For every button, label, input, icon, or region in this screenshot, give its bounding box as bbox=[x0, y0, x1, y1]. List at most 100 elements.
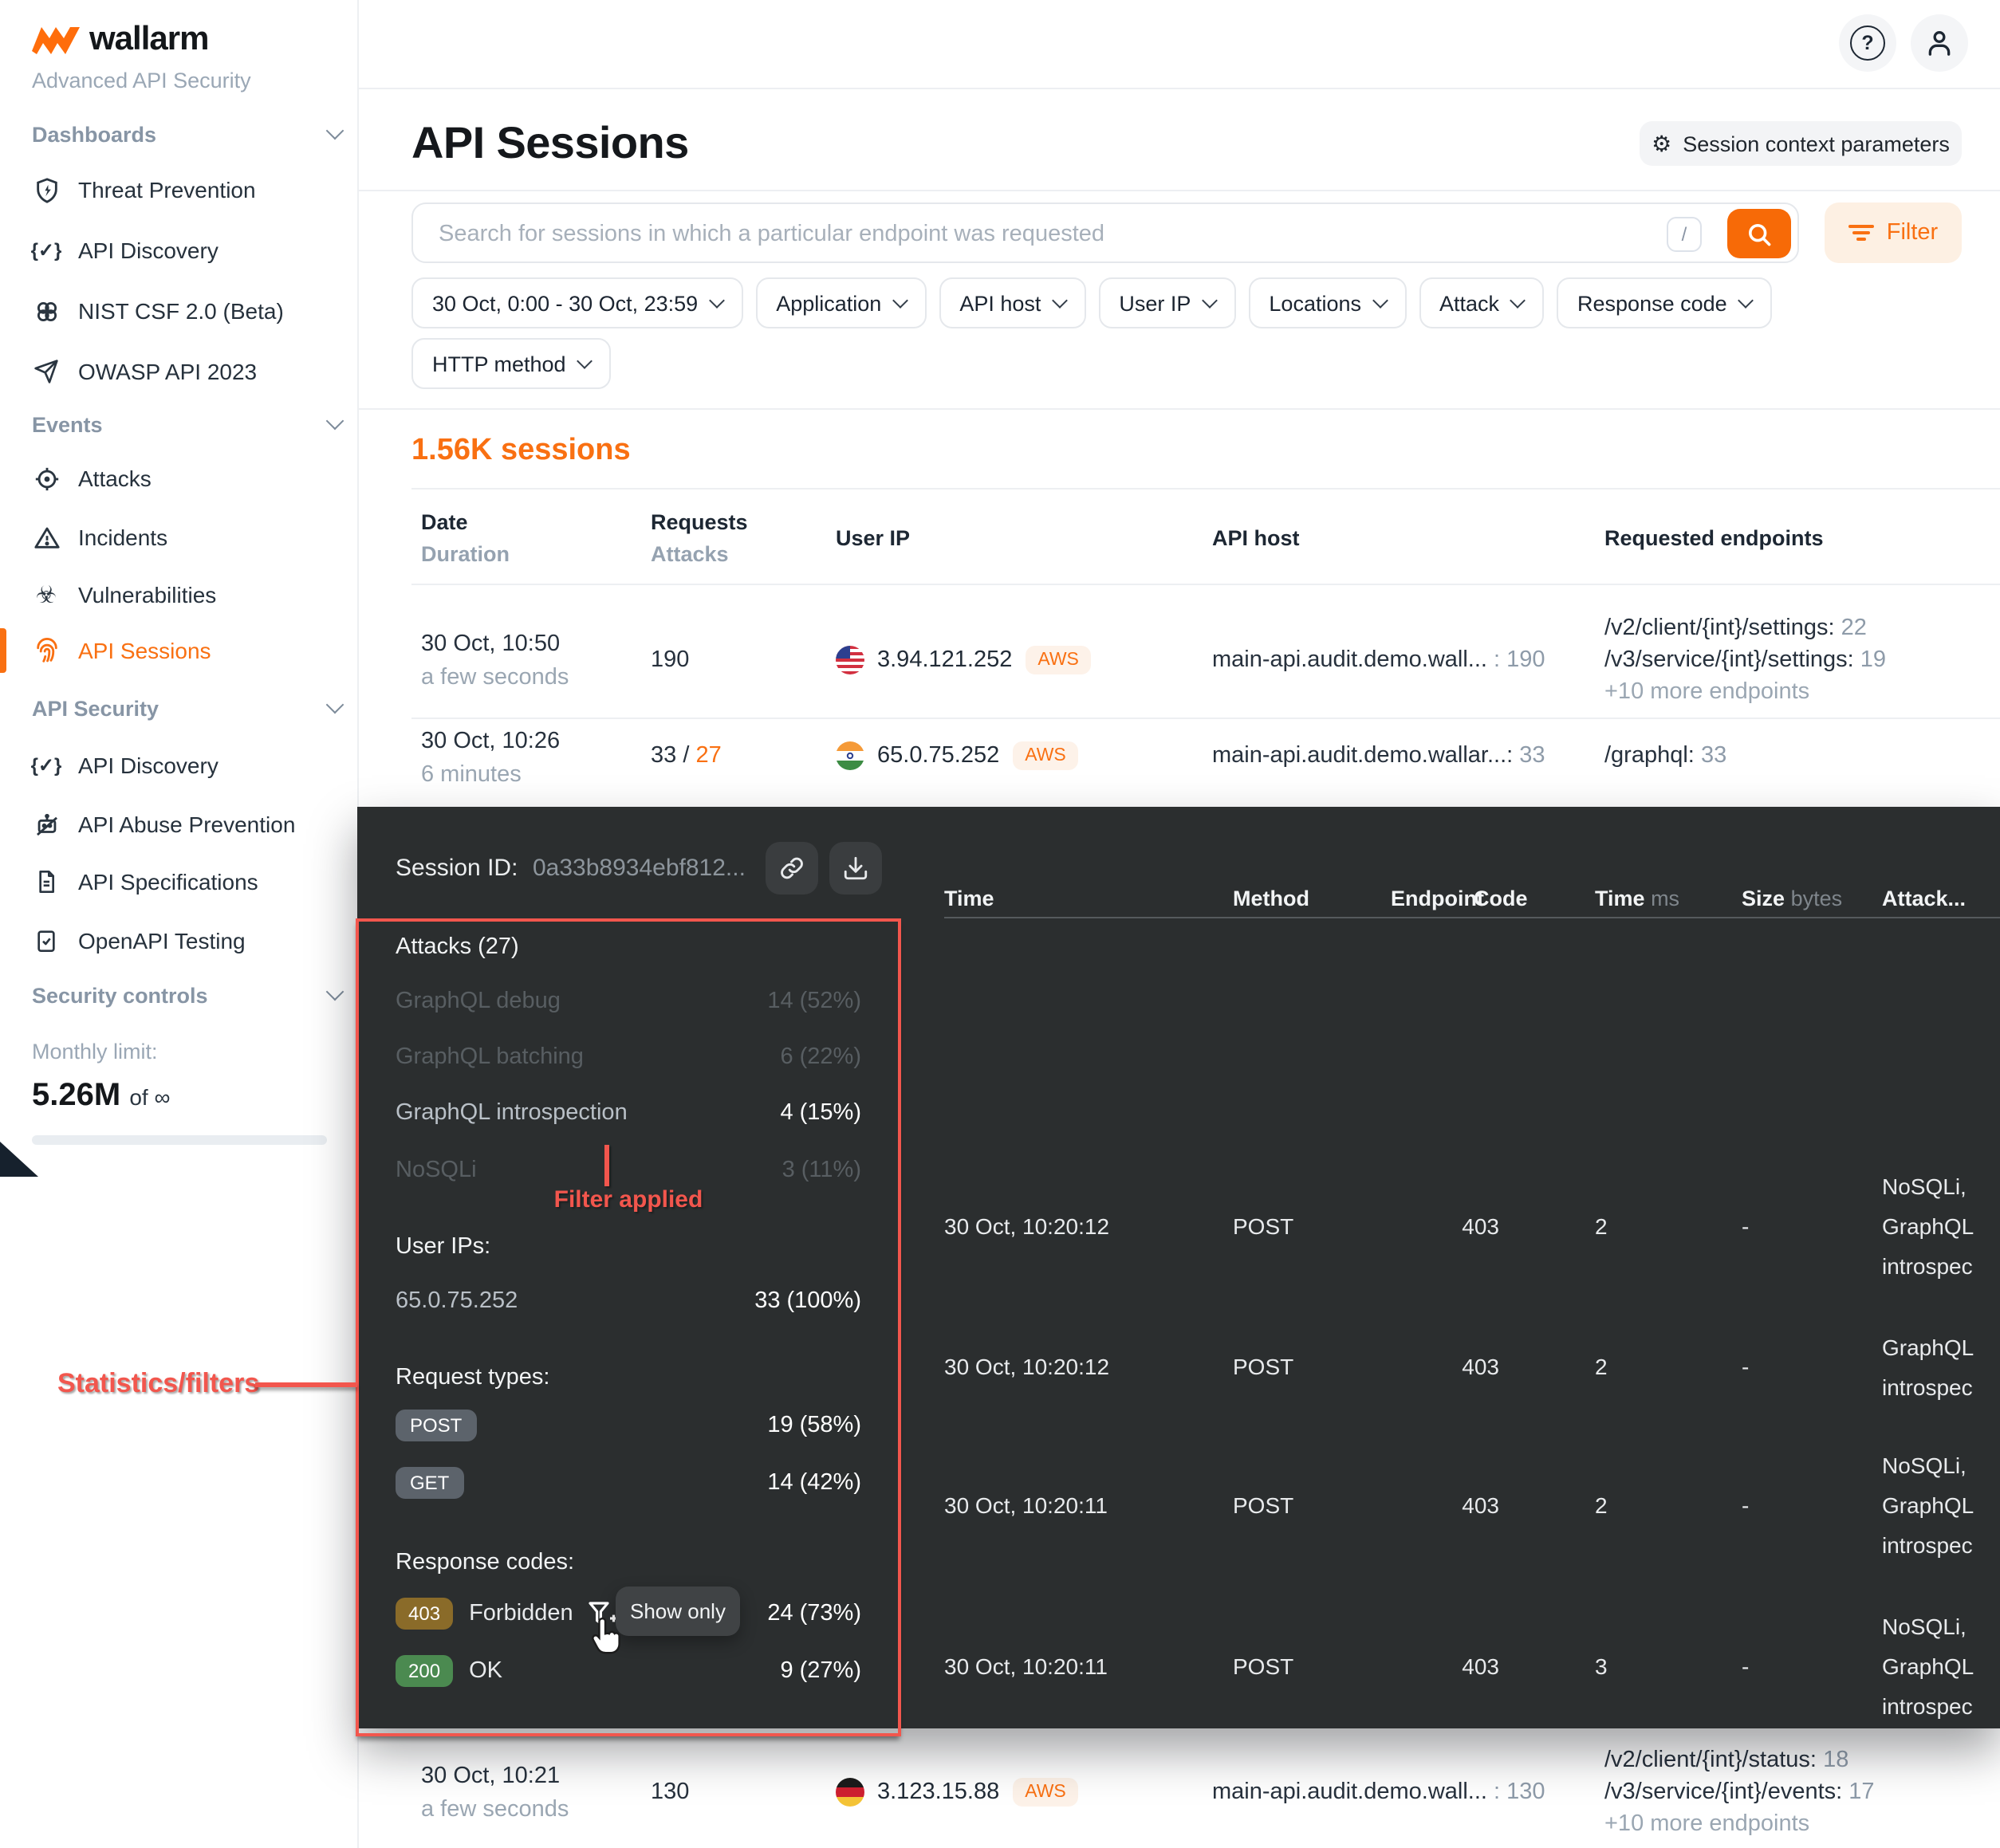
monthly-limit-progressbar bbox=[32, 1135, 327, 1145]
stat-row-user-ip[interactable]: 65.0.75.25233 (100%) bbox=[396, 1288, 861, 1314]
sidebar-item-threat-prevention[interactable]: Threat Prevention bbox=[32, 171, 348, 209]
sidebar-item-owasp-api[interactable]: OWASP API 2023 bbox=[32, 352, 348, 391]
col-header-endpoints: Requested endpoints bbox=[1604, 526, 1824, 550]
chevron-down-icon bbox=[708, 292, 724, 308]
paper-plane-icon bbox=[32, 357, 61, 386]
sidebar-item-api-specifications[interactable]: API Specifications bbox=[32, 863, 348, 901]
sidebar-item-api-abuse-prevention[interactable]: API Abuse Prevention bbox=[32, 805, 348, 843]
filter-chip-http-method[interactable]: HTTP method bbox=[411, 338, 611, 389]
document-icon bbox=[32, 867, 61, 896]
gear-icon: ⚙ bbox=[1652, 130, 1671, 157]
dk-col-endpoint: Endpoint bbox=[1391, 887, 1484, 910]
sidebar-section-security-controls[interactable]: Security controls bbox=[32, 977, 341, 1012]
dk-col-method: Method bbox=[1233, 887, 1309, 910]
filter-button[interactable]: Filter bbox=[1825, 202, 1962, 263]
col-header-requests: Requests bbox=[651, 510, 748, 534]
chevron-down-icon bbox=[1738, 292, 1754, 308]
filter-chip-api-host[interactable]: API host bbox=[939, 277, 1085, 328]
filter-chip-attack[interactable]: Attack bbox=[1419, 277, 1544, 328]
sidebar-section-api-security[interactable]: API Security bbox=[32, 690, 341, 725]
annotation-statistics-filters: Statistics/filters bbox=[57, 1368, 259, 1400]
filter-chip-response-code[interactable]: Response code bbox=[1557, 277, 1772, 328]
col-header-duration: Duration bbox=[421, 542, 510, 566]
clipboard-check-icon bbox=[32, 926, 61, 955]
chevron-down-icon bbox=[326, 412, 344, 431]
filter-chip-locations[interactable]: Locations bbox=[1248, 277, 1406, 328]
user-profile-button[interactable] bbox=[1911, 14, 1968, 72]
dk-col-code: Code bbox=[1474, 887, 1528, 910]
chevron-down-icon bbox=[1202, 292, 1218, 308]
request-types-title: Request types: bbox=[396, 1365, 549, 1390]
session-id-label: Session ID: bbox=[396, 855, 518, 882]
session-context-parameters-button[interactable]: ⚙ Session context parameters bbox=[1640, 121, 1962, 166]
sidebar-section-events[interactable]: Events bbox=[32, 407, 341, 442]
brand-name: wallarm bbox=[89, 21, 208, 59]
hand-cursor bbox=[590, 1617, 624, 1657]
annotation-filter-applied: Filter applied bbox=[539, 1186, 718, 1213]
stat-row-nosqli[interactable]: NoSQLi3 (11%) bbox=[396, 1158, 861, 1183]
crosshair-icon bbox=[32, 464, 61, 493]
clover-icon bbox=[32, 297, 61, 325]
dk-col-time: Time bbox=[944, 887, 994, 910]
app-root: wallarm Advanced API Security Dashboards… bbox=[0, 0, 2000, 1848]
chevron-down-icon bbox=[1372, 292, 1388, 308]
sidebar-item-attacks[interactable]: Attacks bbox=[32, 459, 348, 497]
session-id-value: 0a33b8934ebf812... bbox=[533, 855, 746, 882]
sidebar-item-incidents[interactable]: Incidents bbox=[32, 518, 348, 556]
dk-col-attack: Attack... bbox=[1882, 887, 1966, 910]
more-endpoints-link[interactable]: +10 more endpoints bbox=[1604, 679, 1809, 705]
stat-row-graphql-batching[interactable]: GraphQL batching6 (22%) bbox=[396, 1044, 861, 1070]
filter-chip-row-1: 30 Oct, 0:00 - 30 Oct, 23:59 Application… bbox=[411, 277, 1772, 328]
slash-shortcut-hint: / bbox=[1667, 217, 1702, 252]
corner-artifact bbox=[0, 1142, 38, 1177]
session-detail-overlay: Session ID: 0a33b8934ebf812... Attacks (… bbox=[357, 807, 2000, 1728]
sidebar-item-openapi-testing[interactable]: OpenAPI Testing bbox=[32, 922, 348, 960]
chevron-down-icon bbox=[326, 983, 344, 1001]
more-endpoints-link[interactable]: +10 more endpoints bbox=[1604, 1811, 1809, 1837]
cloud-badge: AWS bbox=[1012, 741, 1079, 770]
col-header-date: Date bbox=[421, 510, 468, 534]
stat-row-graphql-debug[interactable]: GraphQL debug14 (52%) bbox=[396, 989, 861, 1014]
chevron-down-icon bbox=[892, 292, 907, 308]
stat-row-200[interactable]: 200 OK 9 (27%) bbox=[396, 1655, 861, 1687]
response-codes-title: Response codes: bbox=[396, 1550, 574, 1575]
sidebar-section-dashboards[interactable]: Dashboards bbox=[32, 116, 341, 151]
chevron-down-icon bbox=[1510, 292, 1526, 308]
infinity-symbol: ∞ bbox=[154, 1084, 170, 1110]
sidebar-item-api-sessions[interactable]: API Sessions bbox=[32, 631, 348, 670]
col-header-api-host: API host bbox=[1212, 526, 1300, 550]
active-item-indicator bbox=[0, 628, 6, 673]
user-icon bbox=[1923, 27, 1955, 59]
stat-row-post[interactable]: POST 19 (58%) bbox=[396, 1410, 861, 1441]
sidebar-item-api-discovery[interactable]: {✓} API Discovery bbox=[32, 231, 348, 269]
sidebar-item-vulnerabilities[interactable]: ☣ Vulnerabilities bbox=[32, 576, 348, 614]
filter-lines-icon bbox=[1848, 222, 1874, 244]
monthly-limit-label: Monthly limit: bbox=[32, 1040, 158, 1064]
cloud-badge: AWS bbox=[1012, 1778, 1079, 1807]
search-input[interactable] bbox=[435, 204, 1622, 265]
stat-row-get[interactable]: GET 14 (42%) bbox=[396, 1467, 861, 1499]
sidebar-item-nist-csf[interactable]: NIST CSF 2.0 (Beta) bbox=[32, 292, 348, 330]
warning-triangle-icon bbox=[32, 523, 61, 552]
search-icon bbox=[1745, 219, 1774, 248]
search-button[interactable] bbox=[1727, 209, 1791, 258]
filter-chip-application[interactable]: Application bbox=[755, 277, 926, 328]
sidebar-item-api-discovery-2[interactable]: {✓} API Discovery bbox=[32, 746, 348, 784]
page-title: API Sessions bbox=[411, 118, 689, 169]
help-icon: ? bbox=[1850, 26, 1885, 61]
download-icon bbox=[842, 855, 869, 882]
download-button[interactable] bbox=[829, 842, 882, 895]
help-button[interactable]: ? bbox=[1839, 14, 1896, 72]
robot-icon bbox=[32, 810, 61, 839]
annotation-leader-line bbox=[255, 1382, 357, 1386]
chevron-down-icon bbox=[326, 696, 344, 714]
stat-row-graphql-introspection[interactable]: GraphQL introspection4 (15%) bbox=[396, 1100, 861, 1126]
col-header-user-ip: User IP bbox=[836, 526, 910, 550]
filter-chip-user-ip[interactable]: User IP bbox=[1098, 277, 1235, 328]
copy-link-button[interactable] bbox=[766, 842, 818, 895]
annotation-tick bbox=[604, 1145, 608, 1186]
show-only-button[interactable]: Show only bbox=[616, 1587, 740, 1636]
braces-icon: {✓} bbox=[32, 236, 61, 265]
filter-chip-date-range[interactable]: 30 Oct, 0:00 - 30 Oct, 23:59 bbox=[411, 277, 742, 328]
status-badge-403: 403 bbox=[396, 1598, 453, 1630]
